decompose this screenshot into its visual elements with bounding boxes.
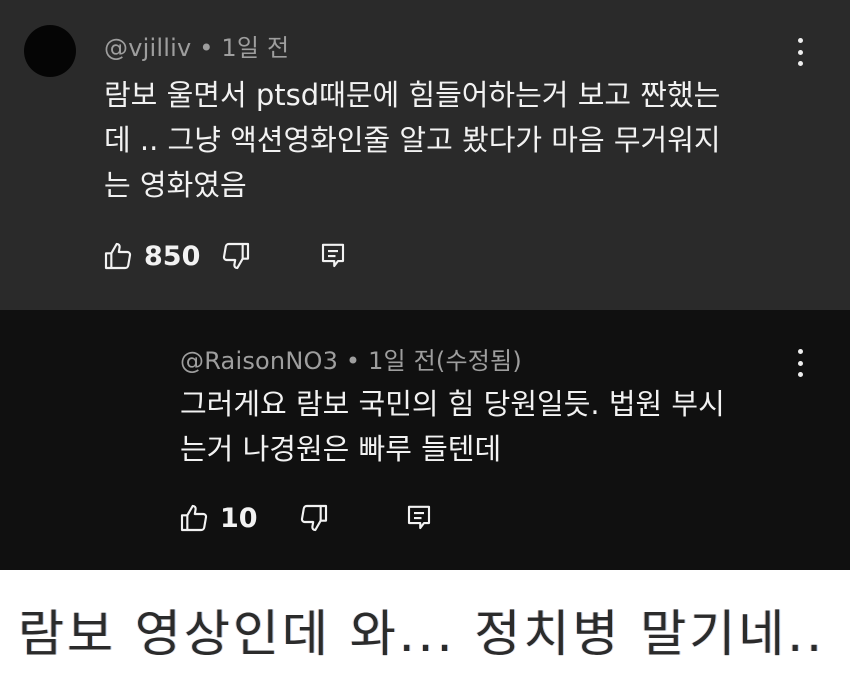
reply-text: 그러게요 람보 국민의 힘 당원일듯. 법원 부시 는거 나경원은 빠루 들텐데 <box>180 387 725 466</box>
comment-time: 1일 전 <box>221 34 290 62</box>
like-count: 10 <box>220 502 258 534</box>
reply-meta: @RaisonNO3 • 1일 전(수정됨) <box>180 341 522 376</box>
reply-actions: 10 <box>178 502 434 534</box>
comment-meta: @vjilliv • 1일 전 <box>104 28 289 63</box>
separator-dot: • <box>199 34 222 62</box>
comment-author[interactable]: @vjilliv <box>104 34 191 62</box>
reply-comment-icon[interactable] <box>404 502 434 534</box>
like-count: 850 <box>144 240 201 272</box>
comment-thread: @vjilliv • 1일 전 람보 울면서 ptsd때문에 힘들어하는거 보고… <box>0 0 850 310</box>
thumb-down-icon[interactable] <box>220 240 252 272</box>
more-vertical-icon[interactable] <box>790 345 810 381</box>
comment-text: 람보 울면서 ptsd때문에 힘들어하는거 보고 짠했는 데 .. 그냥 액션영… <box>104 78 721 202</box>
caption-text: 람보 영상인데 와... 정치병 말기네.. <box>18 605 826 663</box>
reply-comment-icon[interactable] <box>318 240 348 272</box>
reply-author[interactable]: @RaisonNO3 <box>180 347 338 375</box>
comment-actions: 850 <box>102 240 348 272</box>
reply-time: 1일 전(수정됨) <box>368 347 522 375</box>
separator-dot: • <box>345 347 369 375</box>
more-vertical-icon[interactable] <box>790 34 810 70</box>
thumb-down-icon[interactable] <box>298 502 330 534</box>
avatar[interactable] <box>24 25 76 77</box>
thumb-up-icon[interactable] <box>102 240 134 272</box>
reply-thread: @RaisonNO3 • 1일 전(수정됨) 그러게요 람보 국민의 힘 당원일… <box>0 310 850 674</box>
thumb-up-icon[interactable] <box>178 502 210 534</box>
